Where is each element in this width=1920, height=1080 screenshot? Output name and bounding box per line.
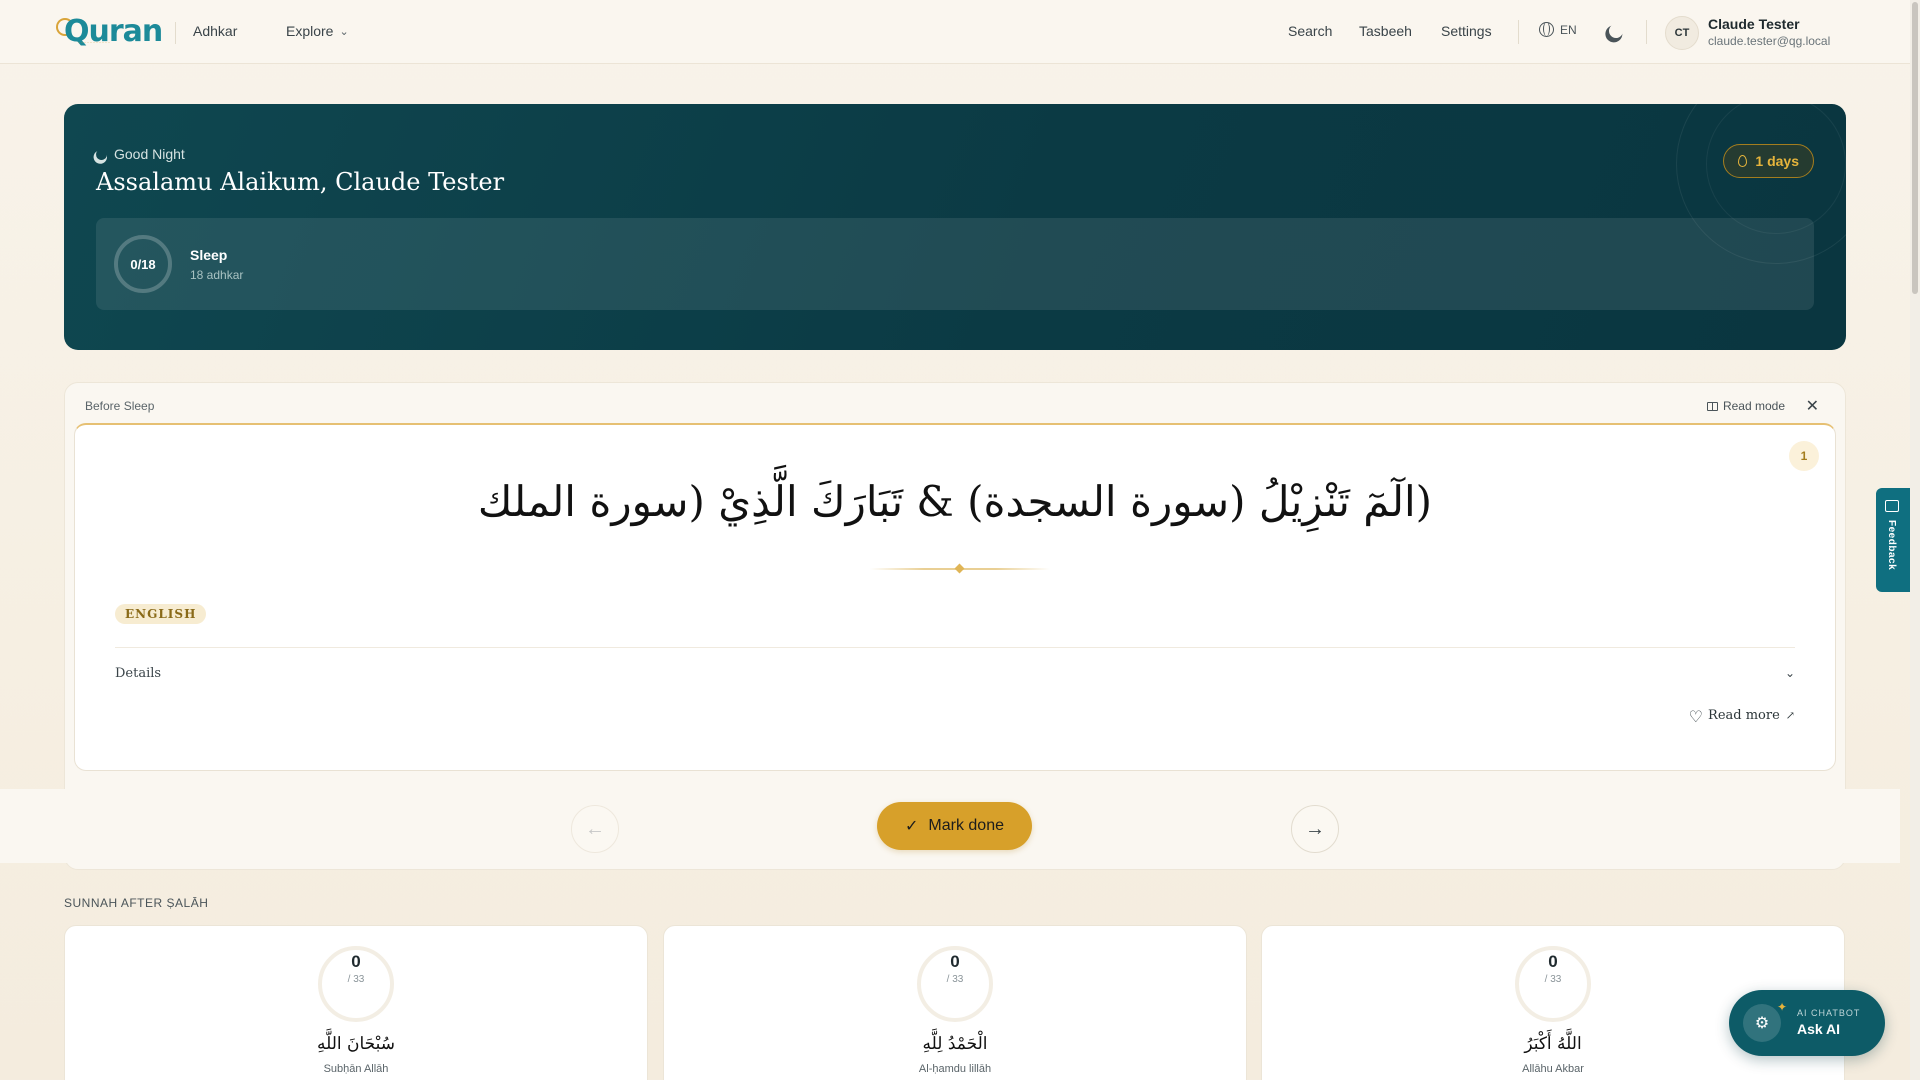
transliteration: Subḥān Allāh <box>323 1063 389 1075</box>
tasbeeh-card[interactable]: 0 / 33 الْحَمْدُ لِلَّهِ Al-ḥamdu lillāh <box>663 925 1247 1080</box>
section-label: Before Sleep <box>85 399 155 413</box>
nav-tasbeeh[interactable]: Tasbeeh <box>1359 23 1412 39</box>
counter-value: 0 <box>950 952 960 971</box>
repeat-count-badge: 1 <box>1789 441 1819 471</box>
read-more-link[interactable]: Read more ↗ <box>1708 708 1795 723</box>
favorite-heart-icon[interactable]: ♡ <box>1689 707 1703 727</box>
language-badge: ENGLISH <box>115 604 207 624</box>
ai-chatbot-label: AI CHATBOT <box>1797 1008 1861 1018</box>
section-title: SUNNAH AFTER ṢALĀH <box>64 896 209 910</box>
robot-icon: ⚙ <box>1743 1004 1781 1042</box>
nav-explore-label: Explore <box>286 23 334 39</box>
feedback-tab[interactable]: Feedback <box>1876 488 1910 592</box>
book-icon <box>1706 401 1718 411</box>
scrollbar-thumb[interactable] <box>1912 2 1918 294</box>
mark-done-button[interactable]: ✓ Mark done <box>877 802 1032 850</box>
previous-button[interactable]: ← <box>571 805 619 853</box>
chevron-down-icon: ⌄ <box>339 25 349 38</box>
logo[interactable]: Quran ··········· <box>56 14 163 50</box>
language-switcher[interactable]: EN <box>1539 22 1577 37</box>
collection-title: Sleep <box>190 247 228 263</box>
feedback-label: Feedback <box>1886 520 1897 571</box>
page-title: Assalamu Alaikum, Claude Tester <box>96 168 505 196</box>
read-mode-label: Read mode <box>1722 399 1785 413</box>
user-email: claude.tester@qg.local <box>1708 34 1831 48</box>
flame-icon <box>1738 155 1748 167</box>
close-icon[interactable]: ✕ <box>1806 396 1819 416</box>
feedback-icon <box>1885 500 1899 512</box>
collection-progress-card[interactable]: 0/18 Sleep 18 adhkar <box>96 218 1814 310</box>
nav-search[interactable]: Search <box>1288 23 1332 39</box>
avatar[interactable]: CT <box>1665 16 1699 50</box>
scrollbar[interactable] <box>1910 0 1920 1080</box>
check-icon: ✓ <box>905 818 919 835</box>
nav-divider <box>1518 20 1519 44</box>
transliteration: Allāhu Akbar <box>1522 1063 1584 1075</box>
nav-divider <box>1646 20 1647 44</box>
time-of-day-greeting: Good Night <box>96 146 185 162</box>
nav-settings[interactable]: Settings <box>1441 23 1492 39</box>
progress-ring: 0/18 <box>114 235 172 293</box>
nav-divider <box>175 22 176 44</box>
collection-count: 18 adhkar <box>190 268 244 282</box>
language-label: EN <box>1560 22 1577 37</box>
details-toggle[interactable]: Details <box>115 666 161 681</box>
counter-total: / 33 <box>1544 974 1562 985</box>
chevron-down-icon[interactable]: ⌄ <box>1785 666 1795 680</box>
read-mode-button[interactable]: Read mode <box>1706 399 1785 413</box>
next-button[interactable]: → <box>1291 805 1339 853</box>
arrow-right-icon: → <box>1305 817 1325 840</box>
streak-badge: 1 days <box>1723 144 1814 178</box>
counter-total: / 33 <box>347 974 365 985</box>
top-nav: Quran ··········· Adhkar Explore ⌄ Searc… <box>0 0 1910 64</box>
tasbeeh-card[interactable]: 0 / 33 سُبْحَانَ اللَّهِ Subḥān Allāh <box>64 925 648 1080</box>
read-more-label: Read more <box>1708 708 1780 723</box>
sparkle-icon: ✦ <box>1777 1000 1788 1014</box>
moon-icon <box>94 147 108 161</box>
arabic-text: الْحَمْدُ لِلَّهِ <box>922 1034 988 1054</box>
arrow-left-icon: ← <box>585 817 605 840</box>
dhikr-card: 1 (الٓمٓ تَنْزِيْلُ (سورة السجدة) & تَبَ… <box>74 423 1836 771</box>
dhikr-action-bar: ← ✓ Mark done → <box>0 789 1900 863</box>
logo-subtext: ··········· <box>78 40 111 46</box>
user-name: Claude Tester <box>1708 16 1800 32</box>
arabic-text: سُبْحَانَ اللَّهِ <box>316 1034 396 1054</box>
greeting-hero: Good Night Assalamu Alaikum, Claude Test… <box>64 104 1846 350</box>
mark-done-label: Mark done <box>928 817 1004 834</box>
nav-explore[interactable]: Explore ⌄ <box>286 23 349 39</box>
ask-ai-label: Ask AI <box>1797 1021 1841 1037</box>
globe-icon <box>1539 22 1554 37</box>
arabic-text: (الٓمٓ تَنْزِيْلُ (سورة السجدة) & تَبَار… <box>477 477 1433 526</box>
counter-value: 0 <box>351 952 361 971</box>
external-link-icon: ↗ <box>1785 709 1795 722</box>
ask-ai-button[interactable]: ⚙ ✦ AI CHATBOT Ask AI <box>1729 990 1885 1056</box>
nav-adhkar[interactable]: Adhkar <box>193 23 237 39</box>
streak-label: 1 days <box>1755 153 1799 169</box>
counter-total: / 33 <box>946 974 964 985</box>
counter-value: 0 <box>1548 952 1558 971</box>
divider <box>115 647 1795 648</box>
time-of-day-label: Good Night <box>114 146 185 162</box>
ornament-diamond <box>954 563 965 574</box>
dark-mode-toggle-icon[interactable] <box>1607 22 1625 40</box>
transliteration: Al-ḥamdu lillāh <box>918 1063 992 1075</box>
